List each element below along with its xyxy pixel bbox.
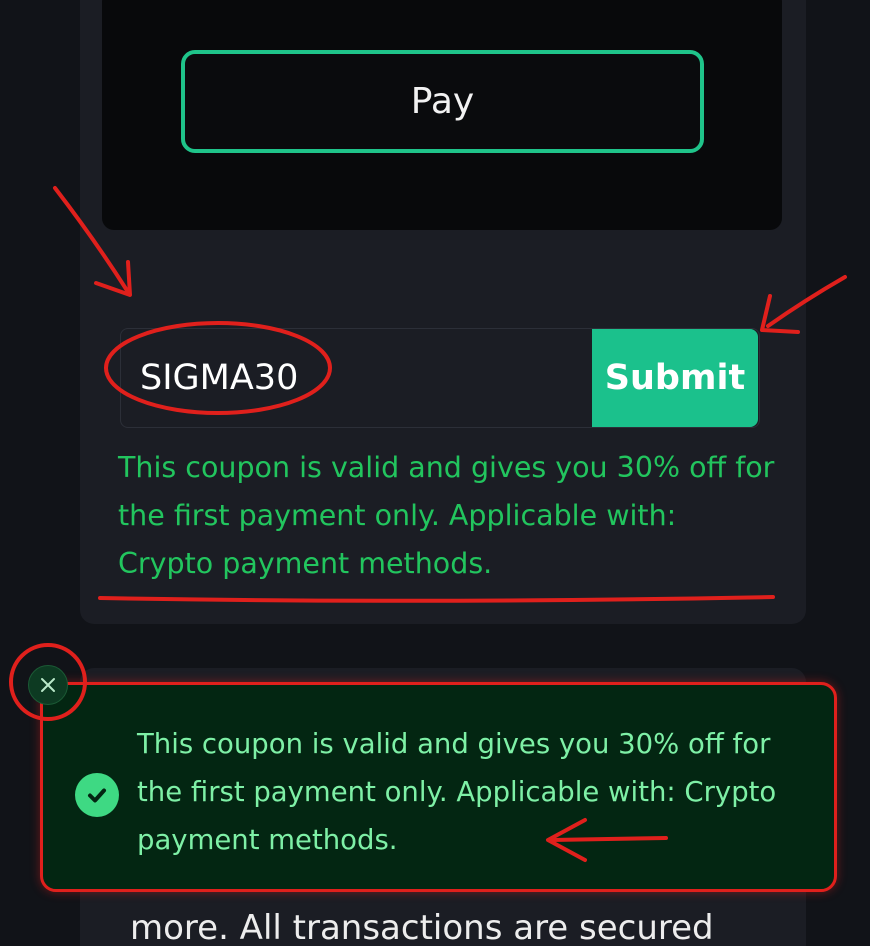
pay-button-label: Pay xyxy=(410,81,475,122)
toast-message: This coupon is valid and gives you 30% o… xyxy=(137,728,777,856)
submit-coupon-button[interactable]: Submit xyxy=(592,329,758,427)
security-text: more. All transactions are secured xyxy=(130,908,714,946)
checkout-page: Pay Submit This coupon is valid and give… xyxy=(0,0,870,946)
coupon-input[interactable] xyxy=(140,345,570,411)
pay-button[interactable]: Pay xyxy=(181,50,704,153)
coupon-valid-message: This coupon is valid and gives you 30% o… xyxy=(118,451,775,580)
check-circle-icon xyxy=(75,773,119,817)
close-icon[interactable] xyxy=(28,665,68,705)
submit-button-label: Submit xyxy=(604,358,746,398)
